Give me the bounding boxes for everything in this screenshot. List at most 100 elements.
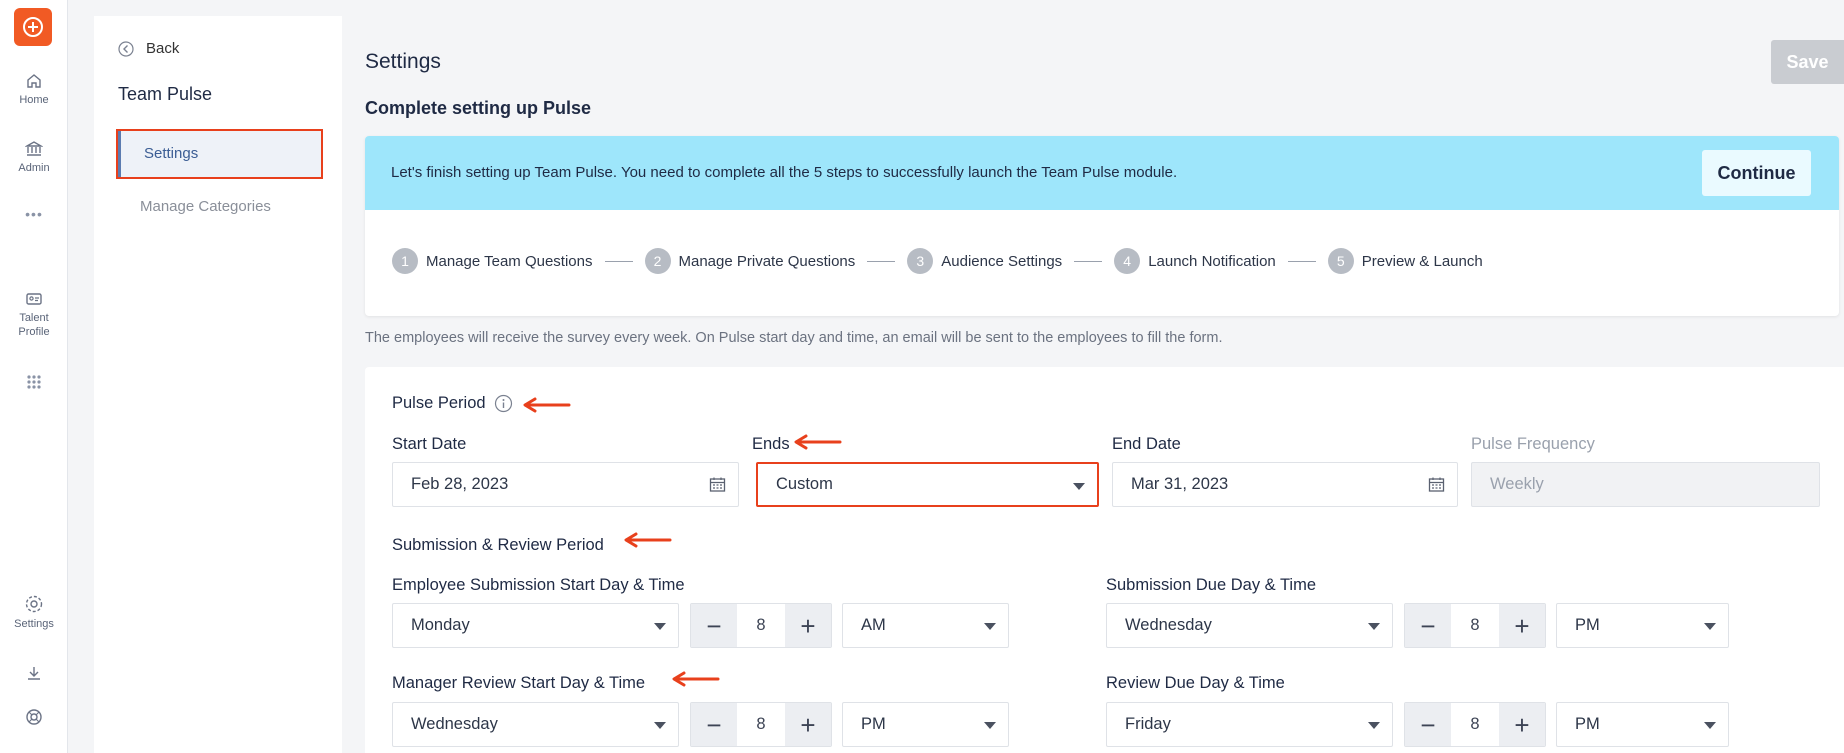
save-button[interactable]: Save (1771, 40, 1844, 84)
step-5[interactable]: 5 Preview & Launch (1327, 248, 1483, 274)
lifebuoy-icon (26, 709, 42, 725)
bank-icon (25, 141, 43, 156)
increment-button[interactable]: + (1499, 703, 1545, 746)
chevron-down-icon (1704, 623, 1716, 630)
step-connector (1287, 260, 1316, 262)
pulse-period-heading: Pulse Period (392, 394, 513, 413)
manager-start-day-select[interactable]: Wednesday (392, 702, 679, 747)
employee-start-ampm-select[interactable]: AM (842, 603, 1009, 648)
subnav-item-manage-categories[interactable]: Manage Categories (140, 198, 271, 215)
increment-button[interactable]: + (785, 703, 831, 746)
chevron-down-icon (984, 623, 996, 630)
start-date-label: Start Date (392, 435, 467, 453)
chevron-down-icon (1704, 722, 1716, 729)
decrement-button[interactable]: − (1405, 703, 1451, 746)
banner-text: Let's finish setting up Team Pulse. You … (391, 164, 1178, 181)
employee-start-label: Employee Submission Start Day & Time (392, 576, 685, 594)
submission-review-title: Submission & Review Period (392, 536, 604, 554)
employee-start-hour[interactable]: 8 (737, 604, 785, 647)
setup-card: Let's finish setting up Team Pulse. You … (365, 136, 1839, 316)
step-label: Manage Team Questions (426, 252, 593, 270)
step-label: Preview & Launch (1361, 252, 1483, 270)
annotation-arrow (794, 434, 842, 450)
chevron-down-icon (654, 722, 666, 729)
step-label: Launch Notification (1148, 252, 1276, 270)
setup-steps: 1 Manage Team Questions 2 Manage Private Q… (392, 248, 1483, 274)
step-connector (1074, 260, 1103, 262)
end-date-field[interactable]: Mar 31, 2023 (1112, 462, 1458, 507)
main-content: Settings Save Complete setting up Pulse … (364, 0, 1844, 753)
id-card-icon (26, 293, 42, 305)
rail-settings-label: Settings (14, 618, 54, 630)
employee-start-day-select[interactable]: Monday (392, 603, 679, 648)
step-4[interactable]: 4 Launch Notification (1114, 248, 1276, 274)
subnav-settings-label: Settings (144, 145, 199, 162)
rail-settings[interactable]: Settings (0, 594, 68, 631)
chevron-down-icon (984, 722, 996, 729)
pulse-frequency-label: Pulse Frequency (1471, 435, 1595, 453)
download-icon (28, 667, 40, 680)
setup-title: Complete setting up Pulse (365, 98, 592, 118)
plus-circle-icon (23, 17, 43, 37)
continue-button[interactable]: Continue (1702, 150, 1811, 196)
more-icon[interactable]: ••• (0, 206, 68, 222)
step-number: 1 (392, 248, 418, 274)
rail-home[interactable]: Home (0, 72, 68, 107)
review-due-label: Review Due Day & Time (1106, 674, 1285, 692)
submission-due-ampm: PM (1575, 616, 1600, 634)
manager-start-ampm-select[interactable]: PM (842, 702, 1009, 747)
step-2[interactable]: 2 Manage Private Questions (644, 248, 856, 274)
add-logo-button[interactable] (14, 8, 52, 46)
step-label: Manage Private Questions (678, 252, 856, 270)
back-arrow-icon (118, 40, 134, 57)
rail-talent-profile[interactable]: Talent Profile (0, 290, 68, 339)
end-date-label: End Date (1112, 435, 1181, 453)
rail-talent-label: Talent Profile (18, 312, 50, 338)
submission-due-hour-stepper: − 8 + (1404, 603, 1546, 648)
submission-review-heading: Submission & Review Period (392, 536, 604, 555)
step-1[interactable]: 1 Manage Team Questions (392, 248, 593, 274)
chevron-down-icon (654, 623, 666, 630)
employee-start-hour-stepper: − 8 + (690, 603, 832, 648)
step-number: 4 (1114, 248, 1141, 274)
calendar-icon[interactable] (1428, 476, 1445, 493)
apps-grid-icon[interactable] (0, 374, 68, 393)
review-due-hour[interactable]: 8 (1451, 703, 1499, 746)
settings-form: Pulse Period Start Date Feb 28, 2023 End… (365, 367, 1844, 753)
help-button[interactable] (0, 708, 68, 729)
subnav-item-settings[interactable]: Settings (116, 129, 323, 179)
submission-due-ampm-select[interactable]: PM (1556, 603, 1729, 648)
calendar-icon[interactable] (709, 476, 726, 493)
submission-due-day-select[interactable]: Wednesday (1106, 603, 1393, 648)
decrement-button[interactable]: − (1405, 604, 1451, 647)
back-link[interactable]: Back (118, 40, 179, 57)
review-due-day: Friday (1125, 715, 1171, 733)
manager-start-hour[interactable]: 8 (737, 703, 785, 746)
ends-select[interactable]: Custom (756, 462, 1099, 507)
setup-banner: Let's finish setting up Team Pulse. You … (365, 136, 1839, 210)
decrement-button[interactable]: − (691, 604, 737, 647)
review-due-day-select[interactable]: Friday (1106, 702, 1393, 747)
start-date-field[interactable]: Feb 28, 2023 (392, 462, 739, 507)
info-icon[interactable] (494, 394, 513, 413)
download-button[interactable] (0, 664, 68, 685)
review-due-ampm: PM (1575, 715, 1600, 733)
page-title: Settings (365, 50, 441, 73)
increment-button[interactable]: + (785, 604, 831, 647)
home-icon (27, 74, 41, 88)
manager-start-ampm: PM (861, 715, 886, 733)
chevron-down-icon (1368, 722, 1380, 729)
step-number: 3 (907, 248, 934, 274)
manager-start-label: Manager Review Start Day & Time (392, 674, 646, 692)
rail-admin[interactable]: Admin (0, 140, 68, 175)
decrement-button[interactable]: − (691, 703, 737, 746)
sub-navigation: Back Team Pulse Settings Manage Categori… (94, 16, 342, 753)
step-connector (604, 260, 633, 262)
submission-due-label: Submission Due Day & Time (1106, 576, 1316, 594)
review-due-ampm-select[interactable]: PM (1556, 702, 1729, 747)
rail-home-label: Home (19, 94, 49, 106)
gear-icon (25, 595, 43, 613)
increment-button[interactable]: + (1499, 604, 1545, 647)
submission-due-hour[interactable]: 8 (1451, 604, 1499, 647)
step-3[interactable]: 3 Audience Settings (907, 248, 1062, 274)
